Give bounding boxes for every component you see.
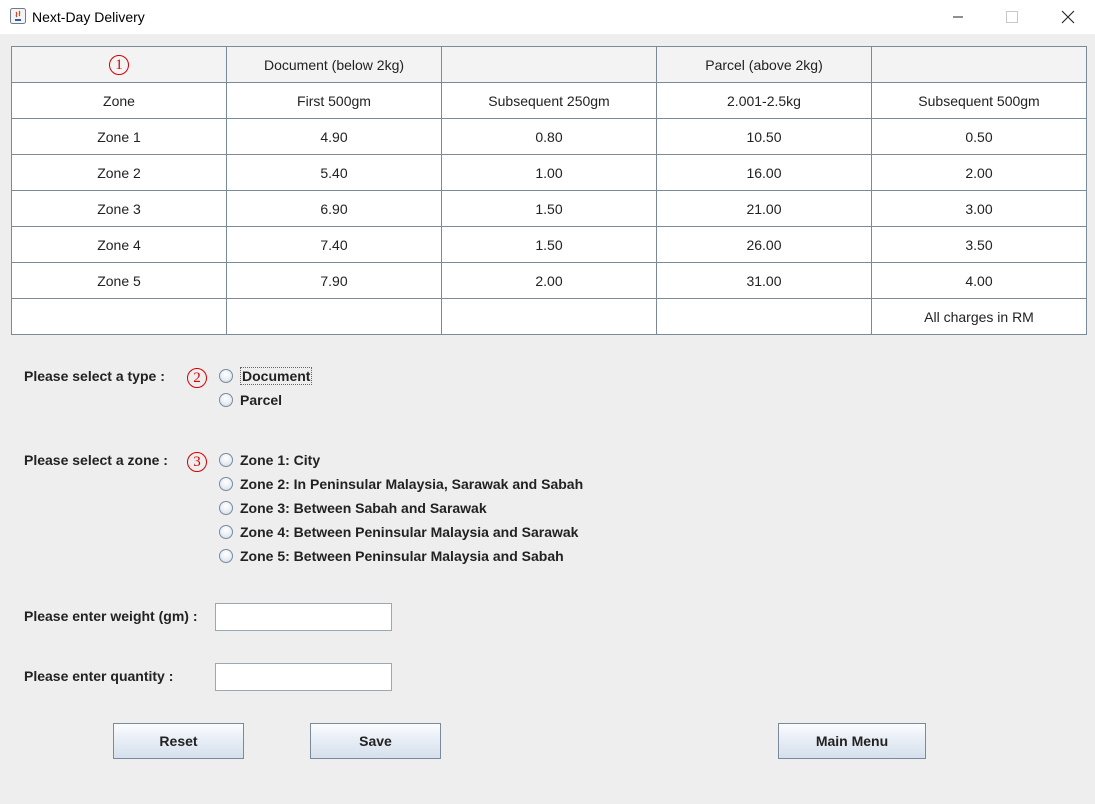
table-group-header-row: Document (below 2kg) Parcel (above 2kg) [11,46,1087,83]
table-cell[interactable]: Subsequent 500gm [871,82,1087,119]
radio-button[interactable] [219,525,233,539]
table-cell[interactable]: 16.00 [656,154,872,191]
zone-option-label: Zone 3: Between Sabah and Sarawak [240,500,487,516]
radio-button[interactable] [219,393,233,407]
title-bar: Next-Day Delivery [0,0,1095,34]
table-cell[interactable]: 4.00 [871,262,1087,299]
table-cell[interactable]: 7.90 [226,262,442,299]
table-cell[interactable]: 2.00 [441,262,657,299]
table-cell[interactable]: 2.001-2.5kg [656,82,872,119]
table-cell[interactable] [11,298,227,335]
weight-input[interactable] [215,603,392,631]
zone-option-1[interactable]: Zone 1: City [219,450,320,470]
type-option-parcel[interactable]: Parcel [219,390,282,410]
main-menu-button[interactable]: Main Menu [778,723,926,759]
table-header-cell: Parcel (above 2kg) [656,46,872,83]
table-row: Zone 1 4.90 0.80 10.50 0.50 [11,118,1087,155]
annotation-marker: 1 [109,55,129,75]
radio-button[interactable] [219,501,233,515]
table-cell[interactable]: 21.00 [656,190,872,227]
maximize-icon [1006,11,1018,23]
table-cell[interactable]: Zone 4 [11,226,227,263]
table-cell[interactable]: 1.50 [441,190,657,227]
table-cell[interactable]: 1.00 [441,154,657,191]
zone-option-label: Zone 5: Between Peninsular Malaysia and … [240,548,564,564]
window-title: Next-Day Delivery [32,9,145,25]
type-option-document[interactable]: Document [219,366,313,386]
table-cell[interactable]: 7.40 [226,226,442,263]
quantity-label: Please enter quantity : [24,668,174,684]
maximize-button[interactable] [989,0,1035,34]
table-cell[interactable]: 10.50 [656,118,872,155]
table-cell[interactable]: 3.00 [871,190,1087,227]
table-cell[interactable]: 0.80 [441,118,657,155]
table-header-cell [871,46,1087,83]
minimize-icon [953,16,963,18]
table-cell[interactable]: 6.90 [226,190,442,227]
zone-label: Please select a zone : [24,452,168,468]
java-app-icon [10,8,26,24]
close-icon [1061,10,1075,24]
zone-option-2[interactable]: Zone 2: In Peninsular Malaysia, Sarawak … [219,474,583,494]
table-cell[interactable]: 0.50 [871,118,1087,155]
table-row: Zone 3 6.90 1.50 21.00 3.00 [11,190,1087,227]
zone-option-label: Zone 2: In Peninsular Malaysia, Sarawak … [240,476,584,492]
table-cell[interactable]: 1.50 [441,226,657,263]
table-cell[interactable]: Zone 1 [11,118,227,155]
table-cell[interactable]: 4.90 [226,118,442,155]
table-column-header-row: Zone First 500gm Subsequent 250gm 2.001-… [11,82,1087,119]
table-row: Zone 5 7.90 2.00 31.00 4.00 [11,262,1087,299]
rates-table: Document (below 2kg) Parcel (above 2kg) … [11,46,1087,335]
table-cell[interactable]: 5.40 [226,154,442,191]
table-cell[interactable]: Zone 3 [11,190,227,227]
table-header-cell: Document (below 2kg) [226,46,442,83]
close-button[interactable] [1045,0,1091,34]
table-cell[interactable]: 31.00 [656,262,872,299]
radio-button[interactable] [219,453,233,467]
table-footer-row: All charges in RM [11,298,1087,335]
weight-label: Please enter weight (gm) : [24,608,198,624]
reset-button[interactable]: Reset [113,723,244,759]
annotation-marker: 3 [187,452,207,472]
type-label: Please select a type : [24,368,165,384]
radio-button[interactable] [219,369,233,383]
radio-button[interactable] [219,477,233,491]
annotation-marker: 2 [187,368,207,388]
table-cell[interactable]: Zone 2 [11,154,227,191]
table-cell[interactable] [226,298,442,335]
table-row: Zone 4 7.40 1.50 26.00 3.50 [11,226,1087,263]
save-button[interactable]: Save [310,723,441,759]
zone-option-3[interactable]: Zone 3: Between Sabah and Sarawak [219,498,487,518]
table-row: Zone 2 5.40 1.00 16.00 2.00 [11,154,1087,191]
table-cell[interactable]: 26.00 [656,226,872,263]
zone-option-label: Zone 1: City [240,452,321,468]
table-cell[interactable] [656,298,872,335]
zone-option-5[interactable]: Zone 5: Between Peninsular Malaysia and … [219,546,564,566]
table-cell[interactable]: First 500gm [226,82,442,119]
table-header-cell [441,46,657,83]
table-cell[interactable]: Zone [11,82,227,119]
type-option-label: Parcel [240,392,283,408]
table-cell[interactable]: 2.00 [871,154,1087,191]
table-cell[interactable]: Zone 5 [11,262,227,299]
type-option-label: Document [240,367,313,385]
zone-option-label: Zone 4: Between Peninsular Malaysia and … [240,524,579,540]
radio-button[interactable] [219,549,233,563]
zone-option-4[interactable]: Zone 4: Between Peninsular Malaysia and … [219,522,578,542]
quantity-input[interactable] [215,663,392,691]
table-cell[interactable] [441,298,657,335]
table-cell[interactable]: Subsequent 250gm [441,82,657,119]
table-cell[interactable]: 3.50 [871,226,1087,263]
table-cell[interactable]: All charges in RM [871,298,1087,335]
minimize-button[interactable] [935,0,981,34]
